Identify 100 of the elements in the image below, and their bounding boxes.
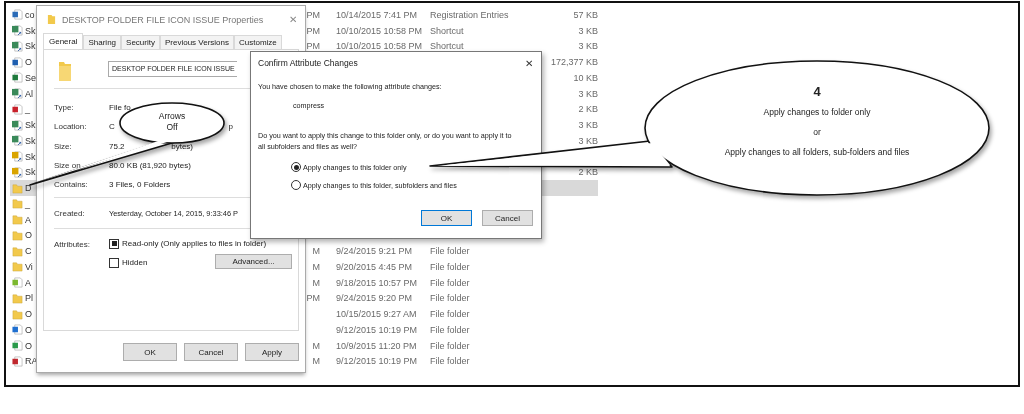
file-type: Registration Entries (430, 9, 509, 20)
checkbox-label: Hidden (122, 258, 148, 267)
dialog-title: Confirm Attribute Changes (258, 58, 358, 68)
advanced-button[interactable]: Advanced... (215, 253, 292, 269)
date-modified: 9/24/2015 9:20 PM (336, 293, 413, 304)
property-label: Type: (54, 103, 75, 113)
callout-text: Off (166, 122, 178, 132)
date-fragment: M (312, 356, 320, 367)
file-name: O (25, 57, 32, 68)
file-size: 2 KB (578, 167, 598, 178)
date-modified: 10/10/2015 10:58 PM (336, 25, 423, 36)
close-button[interactable]: ✕ (289, 14, 297, 25)
property-label: Size on (54, 160, 82, 170)
property-value: 80.0 KB (81,920 bytes) (109, 160, 191, 170)
file-name: A (25, 277, 31, 288)
property-label: Created: (54, 209, 86, 219)
date-modified: 10/10/2015 10:58 PM (336, 41, 423, 52)
checkbox[interactable] (109, 257, 119, 268)
property-value: 3 Files, 0 Folders (109, 180, 171, 190)
file-name: co (25, 9, 35, 20)
property-label: Attributes: (54, 238, 91, 251)
date-fragment: PM (306, 41, 320, 52)
file-type: Shortcut (430, 25, 464, 36)
folder-icon (47, 14, 56, 25)
date-fragment: M (312, 340, 320, 351)
file-size: 3 KB (578, 25, 598, 36)
file-name: D (25, 183, 32, 194)
dialog-button[interactable]: OK (421, 210, 472, 226)
date-modified: 10/15/2015 9:27 AM (336, 309, 417, 320)
callout-text: Apply changes to all folders, sub-folders and files (724, 147, 910, 157)
property-value: C (109, 122, 115, 132)
file-size: 3 KB (578, 41, 598, 52)
tab[interactable]: General (43, 33, 84, 49)
file-name: _ (25, 104, 30, 115)
dialog-button[interactable]: Cancel (184, 343, 238, 361)
file-size: 3 KB (578, 120, 598, 131)
file-name: O (25, 230, 32, 241)
tab[interactable]: Sharing (83, 35, 122, 49)
tab[interactable]: Customize (234, 35, 282, 49)
checkbox[interactable] (109, 238, 119, 249)
file-type: File folder (430, 293, 470, 304)
property-label: Contains: (54, 180, 89, 190)
property-label: Size: (54, 141, 73, 151)
file-name: Sk (25, 135, 36, 146)
file-name: Sk (25, 25, 36, 36)
file-name: Vi (25, 261, 33, 272)
file-name: O (25, 324, 32, 335)
date-modified: 9/20/2015 4:45 PM (336, 261, 413, 272)
dialog-button[interactable]: Cancel (482, 210, 533, 226)
property-value: 75.2 (109, 141, 125, 151)
date-fragment: M (312, 261, 320, 272)
step-number: 4 (813, 84, 821, 99)
property-value: p (228, 122, 233, 132)
date-fragment: PM (306, 9, 320, 20)
date-modified: 9/12/2015 10:19 PM (336, 356, 418, 367)
callout-text: Apply changes to folder only (763, 107, 871, 117)
date-fragment: M (312, 246, 320, 257)
property-value: File fo (109, 103, 131, 113)
file-name: O (25, 340, 32, 351)
file-name: Sk (25, 151, 36, 162)
date-fragment: M (312, 277, 320, 288)
close-button[interactable]: ✕ (525, 57, 533, 69)
file-size: 2 KB (578, 104, 598, 115)
file-name: A (25, 214, 31, 225)
file-name: Sk (25, 167, 36, 178)
checkbox-label: Read-only (Only applies to files in folder) (122, 239, 267, 248)
file-size: 3 KB (578, 88, 598, 99)
file-name: Al (25, 88, 33, 99)
file-name: Se (25, 72, 36, 83)
file-name: Pl (25, 293, 33, 304)
date-modified: 9/18/2015 10:57 PM (336, 277, 418, 288)
file-size: 172,377 KB (550, 57, 598, 68)
property-label: Location: (54, 122, 88, 132)
date-modified: 9/24/2015 9:21 PM (336, 246, 413, 257)
date-modified: 10/14/2015 7:41 PM (336, 9, 418, 20)
file-name: C (25, 246, 32, 257)
file-name: O (25, 309, 32, 320)
window-title: DESKTOP FOLDER FILE ICON ISSUE Properties (62, 14, 264, 25)
dialog-button[interactable]: OK (123, 343, 177, 361)
file-size: 57 KB (573, 9, 598, 20)
file-type: File folder (430, 309, 470, 320)
date-fragment: PM (306, 25, 320, 36)
file-size: 3 KB (578, 135, 598, 146)
dialog-button[interactable]: Apply (245, 343, 299, 361)
callout-text: Arrows (158, 111, 186, 121)
file-type: File folder (430, 356, 470, 367)
tab[interactable]: Previous Versions (159, 35, 234, 49)
file-size: 10 KB (573, 72, 598, 83)
file-type: Shortcut (430, 41, 464, 52)
callout-text: or (813, 127, 821, 137)
tab[interactable]: Security (121, 35, 160, 49)
folder-icon (58, 60, 72, 82)
date-modified: 9/12/2015 10:19 PM (336, 324, 418, 335)
file-type: File folder (430, 261, 470, 272)
file-type: File folder (430, 324, 470, 335)
property-value: bytes) (171, 141, 193, 151)
file-name: Sk (25, 41, 36, 52)
file-type: File folder (430, 277, 470, 288)
file-name: Sk (25, 120, 36, 131)
file-type: File folder (430, 246, 470, 257)
